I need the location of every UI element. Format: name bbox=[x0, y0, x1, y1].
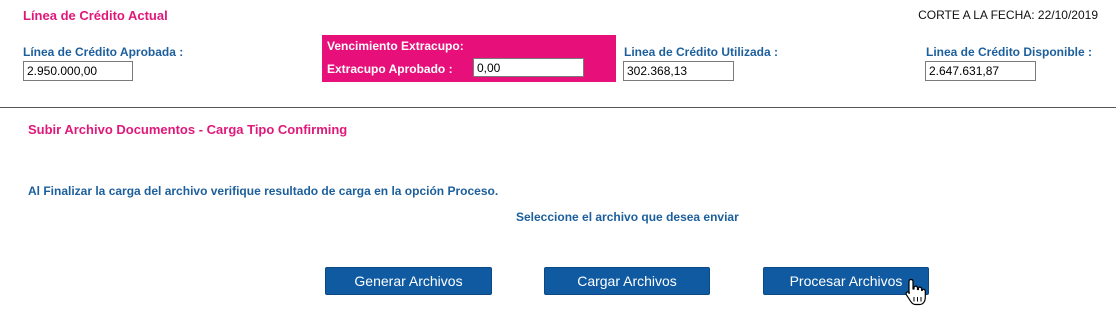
section-divider bbox=[0, 107, 1116, 108]
select-file-prompt: Seleccione el archivo que desea enviar bbox=[516, 210, 739, 224]
load-files-button[interactable]: Cargar Archivos bbox=[544, 267, 710, 295]
approved-credit-field[interactable] bbox=[23, 61, 133, 81]
available-credit-field[interactable] bbox=[925, 61, 1036, 81]
overdraft-panel: Vencimiento Extracupo: Extracupo Aprobad… bbox=[322, 35, 616, 82]
cut-date: CORTE A LA FECHA: 22/10/2019 bbox=[918, 8, 1098, 22]
overdraft-due-label: Vencimiento Extracupo: bbox=[327, 39, 464, 53]
generate-files-button[interactable]: Generar Archivos bbox=[325, 267, 492, 295]
available-credit-label: Linea de Crédito Disponible : bbox=[926, 45, 1093, 59]
overdraft-approved-field[interactable] bbox=[473, 58, 584, 77]
hand-cursor-icon bbox=[905, 278, 926, 306]
used-credit-field[interactable] bbox=[623, 61, 734, 81]
upload-section-title: Subir Archivo Documentos - Carga Tipo Co… bbox=[28, 122, 348, 137]
overdraft-approved-label: Extracupo Aprobado : bbox=[327, 62, 453, 76]
upload-instruction: Al Finalizar la carga del archivo verifi… bbox=[28, 184, 499, 198]
credit-upload-page: Línea de Crédito Actual CORTE A LA FECHA… bbox=[0, 0, 1116, 320]
approved-credit-label: Línea de Crédito Aprobada : bbox=[23, 45, 184, 59]
used-credit-label: Linea de Crédito Utilizada : bbox=[624, 45, 779, 59]
page-title: Línea de Crédito Actual bbox=[23, 8, 168, 23]
